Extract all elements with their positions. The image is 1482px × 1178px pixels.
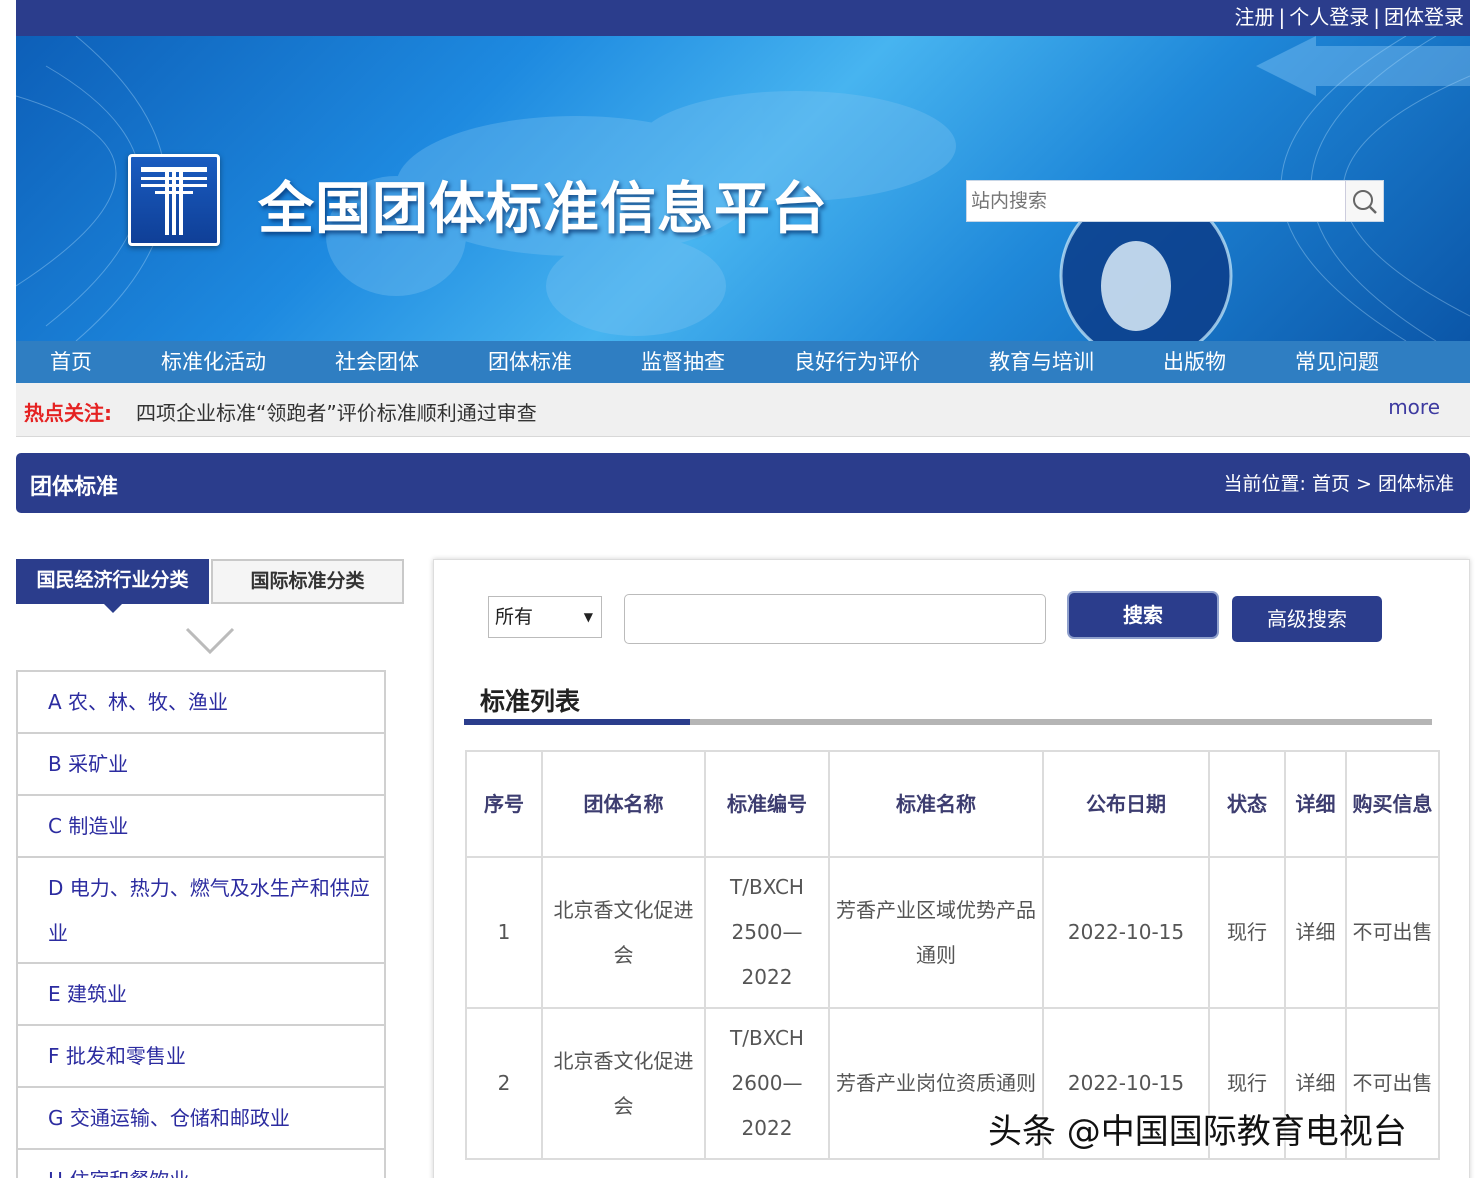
cell-name: 芳香产业区域优势产品通则 (828, 856, 1044, 1009)
scope-select[interactable]: 所有 ▼ (488, 596, 602, 638)
col-header-status: 状态 (1208, 750, 1286, 858)
category-item-f[interactable]: F 批发和零售业 (18, 1024, 384, 1086)
nav-faq[interactable]: 常见问题 (1295, 347, 1379, 377)
account-links: 注册 | 个人登录 | 团体登录 (1235, 4, 1465, 30)
col-header-org: 团体名称 (541, 750, 706, 858)
breadcrumb: 当前位置: 首页 > 团体标准 (1223, 473, 1454, 495)
cell-index: 2 (465, 1007, 543, 1160)
col-header-purchase: 购买信息 (1345, 750, 1440, 858)
cell-code: T/BXCH 2500—2022 (704, 856, 830, 1009)
site-search (966, 180, 1384, 222)
nav-good-behavior[interactable]: 良好行为评价 (794, 347, 920, 377)
search-icon (1353, 190, 1377, 214)
category-item-c[interactable]: C 制造业 (18, 794, 384, 856)
site-title: 全国团体标准信息平台 (258, 177, 828, 242)
nav-education[interactable]: 教育与培训 (989, 347, 1094, 377)
detail-link[interactable]: 详细 (1284, 856, 1347, 1009)
search-button[interactable]: 搜索 (1069, 593, 1217, 637)
col-header-date: 公布日期 (1042, 750, 1210, 858)
list-title: 标准列表 (480, 687, 581, 716)
col-header-index: 序号 (465, 750, 543, 858)
advanced-search-button[interactable]: 高级搜索 (1232, 596, 1382, 642)
active-tab-pointer (104, 604, 122, 613)
separator: | (1278, 5, 1286, 29)
nav-standardization[interactable]: 标准化活动 (161, 347, 266, 377)
watermark: 头条 @中国国际教育电视台 (988, 1112, 1407, 1152)
site-search-button[interactable] (1345, 181, 1383, 221)
hot-topics-bar: 热点关注: 四项企业标准“领跑者”评价标准顺利通过审查 more (16, 383, 1470, 437)
list-title-underline-active (464, 719, 690, 725)
cell-date: 2022-10-15 (1042, 856, 1210, 1009)
cell-org: 北京香文化促进会 (541, 1007, 706, 1160)
cell-org: 北京香文化促进会 (541, 856, 706, 1009)
tab-international-classification[interactable]: 国际标准分类 (211, 559, 404, 604)
dropdown-arrow-icon: ▼ (583, 610, 593, 624)
personal-login-link[interactable]: 个人登录 (1289, 5, 1369, 29)
col-header-name: 标准名称 (828, 750, 1044, 858)
standards-table: 序号 团体名称 标准编号 标准名称 公布日期 状态 详细 购买信息 1 北京香文… (465, 750, 1440, 1160)
header-banner: 全国团体标准信息平台 (16, 36, 1470, 341)
cell-code: T/BXCH 2600—2022 (704, 1007, 830, 1160)
category-item-b[interactable]: B 采矿业 (18, 732, 384, 794)
hot-news-link[interactable]: 四项企业标准“领跑者”评价标准顺利通过审查 (136, 397, 537, 426)
category-item-h[interactable]: H 住宿和餐饮业 (18, 1148, 384, 1178)
nav-supervision[interactable]: 监督抽查 (641, 347, 725, 377)
page-title: 团体标准 (30, 475, 119, 500)
table-row: 1 北京香文化促进会 T/BXCH 2500—2022 芳香产业区域优势产品通则… (465, 856, 1440, 1009)
main-nav: 首页 标准化活动 社会团体 团体标准 监督抽查 良好行为评价 教育与培训 出版物… (16, 341, 1470, 383)
category-list: A 农、林、牧、渔业 B 采矿业 C 制造业 D 电力、热力、燃气及水生产和供应… (16, 670, 386, 1178)
group-login-link[interactable]: 团体登录 (1384, 5, 1464, 29)
tab-industry-classification[interactable]: 国民经济行业分类 (16, 559, 209, 604)
logo-mark-icon (141, 167, 207, 235)
nav-group-standards[interactable]: 团体标准 (488, 347, 572, 377)
nav-home[interactable]: 首页 (50, 347, 92, 377)
site-search-input[interactable] (967, 181, 1345, 221)
table-header-row: 序号 团体名称 标准编号 标准名称 公布日期 状态 详细 购买信息 (465, 750, 1440, 858)
section-header: 团体标准 当前位置: 首页 > 团体标准 (16, 453, 1470, 513)
cell-purchase: 不可出售 (1345, 856, 1440, 1009)
chevron-down-icon[interactable] (184, 626, 236, 656)
separator: | (1373, 5, 1380, 29)
scope-select-value: 所有 (495, 606, 534, 628)
hot-label: 热点关注: (24, 401, 112, 425)
standards-panel: 所有 ▼ 搜索 高级搜索 标准列表 序号 团体名称 标准编号 标准名称 公布日期… (433, 559, 1470, 1178)
nav-social-groups[interactable]: 社会团体 (335, 347, 419, 377)
top-bar: 注册 | 个人登录 | 团体登录 (16, 0, 1470, 36)
keyword-input[interactable] (624, 594, 1046, 644)
more-link[interactable]: more (1388, 395, 1440, 419)
nav-publications[interactable]: 出版物 (1163, 347, 1226, 377)
cell-index: 1 (465, 856, 543, 1009)
category-item-g[interactable]: G 交通运输、仓储和邮政业 (18, 1086, 384, 1148)
cell-status: 现行 (1208, 856, 1286, 1009)
register-link[interactable]: 注册 (1235, 5, 1275, 29)
site-logo[interactable] (128, 154, 220, 246)
category-item-a[interactable]: A 农、林、牧、渔业 (18, 670, 384, 732)
category-item-d[interactable]: D 电力、热力、燃气及水生产和供应业 (18, 856, 384, 962)
col-header-code: 标准编号 (704, 750, 830, 858)
category-item-e[interactable]: E 建筑业 (18, 962, 384, 1024)
col-header-detail: 详细 (1284, 750, 1347, 858)
